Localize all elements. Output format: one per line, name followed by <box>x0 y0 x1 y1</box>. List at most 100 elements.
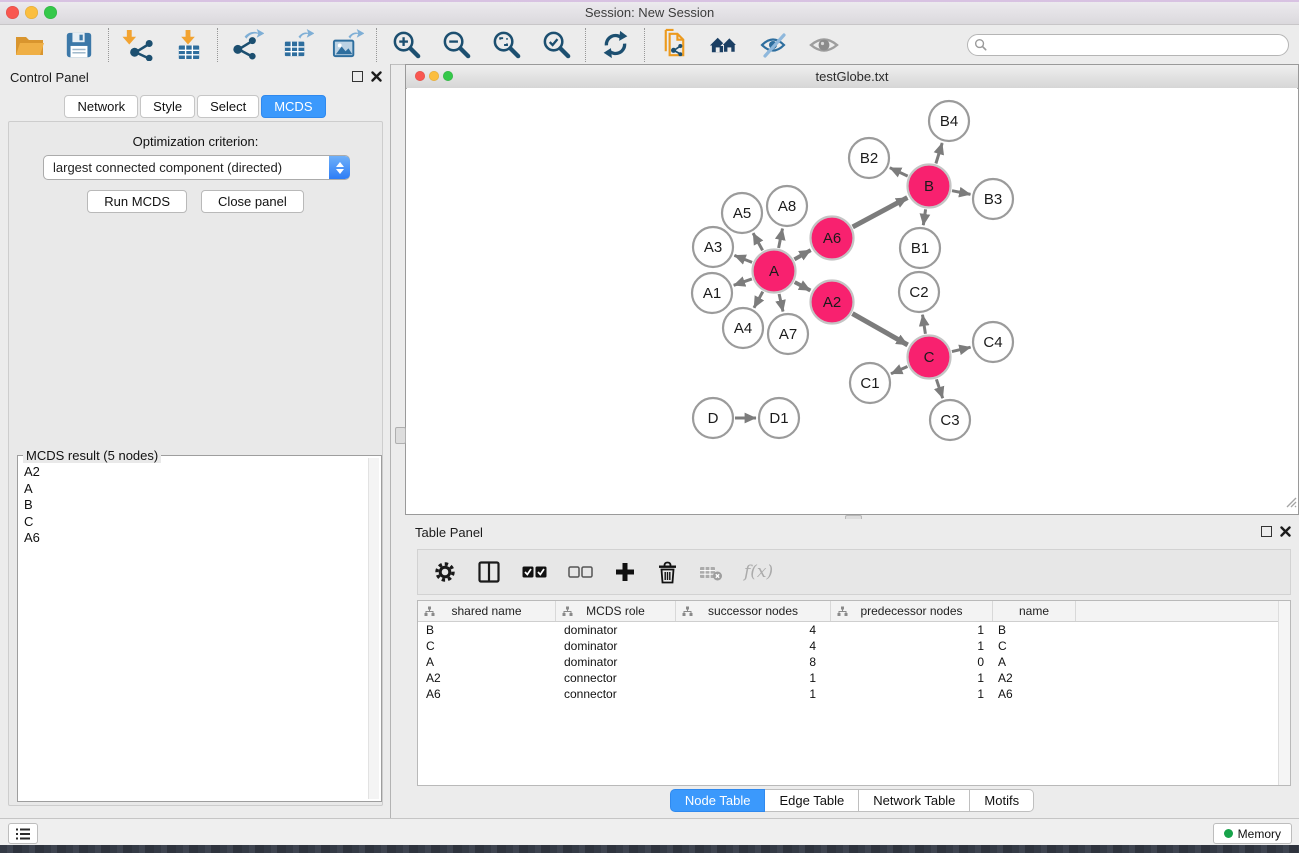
node-label-A3: A3 <box>704 239 722 256</box>
table-cell: A6 <box>418 686 556 702</box>
column-header-MCDS-role[interactable]: MCDS role <box>556 601 676 621</box>
tab-network-table[interactable]: Network Table <box>859 789 970 812</box>
close-panel-icon[interactable] <box>371 71 382 82</box>
table-cell: B <box>418 622 556 638</box>
edge-C-C3[interactable] <box>936 379 942 398</box>
network-canvas[interactable]: AA1A2A3A4A5A6A7A8BB1B2B3B4CC1C2C3C4DD1 <box>407 88 1297 513</box>
table-cell: 8 <box>676 654 831 670</box>
network-document-icon[interactable] <box>657 28 691 62</box>
edge-A-A4[interactable] <box>754 292 763 308</box>
mcds-result-item[interactable]: A <box>18 481 369 498</box>
table-row[interactable]: Cdominator41C <box>418 638 1290 654</box>
control-panel-title: Control Panel <box>10 70 89 85</box>
open-folder-icon[interactable] <box>12 28 46 62</box>
vertical-splitter-handle[interactable] <box>395 427 406 444</box>
tab-select[interactable]: Select <box>197 95 259 118</box>
tab-network[interactable]: Network <box>64 95 138 118</box>
float-panel-icon[interactable] <box>352 71 363 82</box>
search-field-wrap <box>967 34 1289 56</box>
edge-A-A7[interactable] <box>779 294 783 312</box>
mcds-result-item[interactable]: B <box>18 497 369 514</box>
home-icon[interactable] <box>707 28 741 62</box>
add-column-icon[interactable] <box>614 561 636 583</box>
hide-graphics-icon[interactable] <box>757 28 791 62</box>
column-header-name[interactable]: name <box>993 601 1076 621</box>
export-network-icon[interactable] <box>230 28 264 62</box>
float-table-panel-icon[interactable] <box>1261 526 1272 537</box>
network-graph[interactable]: AA1A2A3A4A5A6A7A8BB1B2B3B4CC1C2C3C4DD1 <box>407 88 1299 515</box>
edge-A-A6[interactable] <box>794 250 810 259</box>
mcds-result-list: A2ABCA6 <box>18 464 369 799</box>
table-row[interactable]: A2connector11A2 <box>418 670 1290 686</box>
gear-icon[interactable] <box>434 561 456 583</box>
edge-C-C2[interactable] <box>923 315 926 334</box>
node-label-A: A <box>769 263 779 280</box>
import-table-icon[interactable] <box>171 28 205 62</box>
column-header-predecessor-nodes[interactable]: predecessor nodes <box>831 601 993 621</box>
mcds-result-item[interactable]: C <box>18 514 369 531</box>
save-icon[interactable] <box>62 28 96 62</box>
deselect-all-checkboxes-icon[interactable] <box>568 566 593 578</box>
edge-A-A2[interactable] <box>795 282 811 290</box>
node-table: shared nameMCDS rolesuccessor nodesprede… <box>417 600 1291 786</box>
zoom-in-icon[interactable] <box>389 28 423 62</box>
criterion-dropdown[interactable]: largest connected component (directed) <box>43 155 350 180</box>
table-cell: 1 <box>831 686 993 702</box>
tab-edge-table[interactable]: Edge Table <box>765 789 859 812</box>
edge-A6-B[interactable] <box>853 198 908 227</box>
network-window-titlebar[interactable]: testGlobe.txt <box>406 65 1298 89</box>
edge-B-B4[interactable] <box>936 143 942 164</box>
export-image-icon[interactable] <box>330 28 364 62</box>
resize-grip-icon[interactable] <box>1284 495 1297 513</box>
trash-icon[interactable] <box>657 561 678 584</box>
search-input[interactable] <box>967 34 1289 56</box>
mcds-result-item[interactable]: A6 <box>18 530 369 547</box>
main-toolbar <box>0 25 1299 65</box>
memory-status-icon <box>1224 829 1233 838</box>
dropdown-stepper-icon <box>329 156 350 179</box>
tab-mcds[interactable]: MCDS <box>261 95 325 118</box>
table-scrollbar[interactable] <box>1278 601 1290 785</box>
column-header-successor-nodes[interactable]: successor nodes <box>676 601 831 621</box>
column-header-shared-name[interactable]: shared name <box>418 601 556 621</box>
zoom-selected-icon[interactable] <box>539 28 573 62</box>
columns-icon[interactable] <box>477 560 501 584</box>
mcds-tab-content: Optimization criterion: largest connecte… <box>8 121 383 806</box>
edge-B-B2[interactable] <box>890 168 908 176</box>
desktop-background <box>0 845 1299 853</box>
edge-A-A8[interactable] <box>779 229 783 248</box>
table-row[interactable]: Adominator80A <box>418 654 1290 670</box>
tab-motifs[interactable]: Motifs <box>970 789 1034 812</box>
refresh-icon[interactable] <box>598 28 632 62</box>
edge-C-C4[interactable] <box>952 347 971 351</box>
delete-table-icon[interactable] <box>699 563 723 582</box>
table-row[interactable]: A6connector11A6 <box>418 686 1290 702</box>
mcds-result-scrollbar[interactable] <box>368 458 379 799</box>
search-icon <box>974 38 987 56</box>
edge-A-A1[interactable] <box>734 279 752 285</box>
export-table-icon[interactable] <box>280 28 314 62</box>
edge-A-A3[interactable] <box>734 255 752 262</box>
tab-style[interactable]: Style <box>140 95 195 118</box>
import-network-icon[interactable] <box>121 28 155 62</box>
function-builder-icon[interactable]: f(x) <box>744 562 773 582</box>
edge-A2-C[interactable] <box>852 314 907 345</box>
table-row[interactable]: Bdominator41B <box>418 622 1290 638</box>
edge-C-C1[interactable] <box>891 367 908 374</box>
eye-icon[interactable] <box>807 28 841 62</box>
memory-button[interactable]: Memory <box>1213 823 1292 844</box>
close-panel-button[interactable]: Close panel <box>201 190 304 213</box>
node-label-C4: C4 <box>983 334 1002 351</box>
edge-B-B3[interactable] <box>952 191 971 195</box>
edge-B-B1[interactable] <box>923 209 925 225</box>
close-table-panel-icon[interactable] <box>1280 526 1291 537</box>
zoom-out-icon[interactable] <box>439 28 473 62</box>
network-window-title: testGlobe.txt <box>406 69 1298 84</box>
edge-A-A5[interactable] <box>753 233 763 250</box>
zoom-fit-icon[interactable] <box>489 28 523 62</box>
tab-node-table[interactable]: Node Table <box>670 789 766 812</box>
run-mcds-button[interactable]: Run MCDS <box>87 190 187 213</box>
select-all-checkboxes-icon[interactable] <box>522 566 547 578</box>
mcds-result-item[interactable]: A2 <box>18 464 369 481</box>
task-history-button[interactable] <box>8 823 38 844</box>
